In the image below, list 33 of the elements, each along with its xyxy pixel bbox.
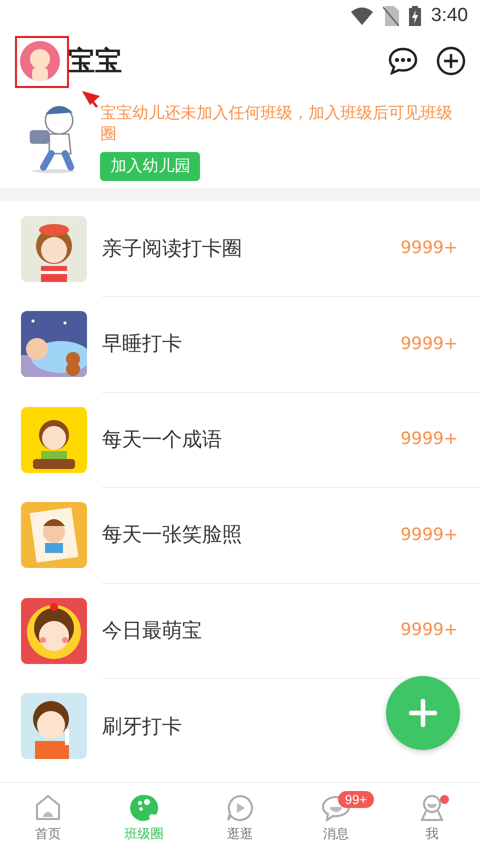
post-count: 9999+ — [400, 620, 458, 640]
tab-item[interactable]: 我 — [384, 783, 480, 853]
circle-name[interactable]: 每天一个成语 — [102, 426, 222, 453]
play-bubble-icon — [225, 793, 255, 823]
plus-icon — [409, 699, 437, 727]
circle-name[interactable]: 刷牙打卡 — [102, 712, 182, 740]
status-time: 3:40 — [431, 5, 468, 27]
add-icon — [436, 46, 466, 76]
annotation-arrow — [82, 91, 100, 108]
page-title: 宝宝 — [68, 45, 123, 79]
tab-item[interactable]: 消息 99+ — [288, 783, 384, 853]
chat-button[interactable] — [388, 46, 418, 76]
tab-item[interactable]: 首页 — [0, 783, 96, 853]
wifi-icon — [351, 7, 374, 25]
post-count: 9999+ — [400, 429, 458, 450]
baby-avatar[interactable] — [20, 41, 60, 81]
post-count: 9999+ — [400, 238, 458, 258]
unread-badge: 99+ — [338, 791, 374, 808]
post-count: 9999+ — [400, 524, 458, 545]
no-sim-icon — [383, 6, 400, 26]
circle-name[interactable]: 每天一张笑脸照 — [102, 521, 242, 548]
battery-charging-icon — [409, 6, 422, 26]
tab-item[interactable]: 逛逛 — [192, 783, 288, 853]
home-icon — [33, 793, 63, 823]
circle-name[interactable]: 今日最萌宝 — [102, 616, 202, 644]
highlight-frame — [15, 36, 69, 88]
notice-message: 宝宝幼儿还未加入任何班级，加入班级后可见班级圈 — [100, 102, 454, 144]
chat-icon — [388, 46, 418, 76]
circle-name[interactable]: 早睡打卡 — [102, 330, 182, 358]
post-count: 9999+ — [400, 334, 458, 354]
add-button[interactable] — [436, 46, 466, 76]
palette-icon — [129, 793, 159, 823]
circle-name[interactable]: 亲子阅读打卡圈 — [102, 234, 242, 262]
